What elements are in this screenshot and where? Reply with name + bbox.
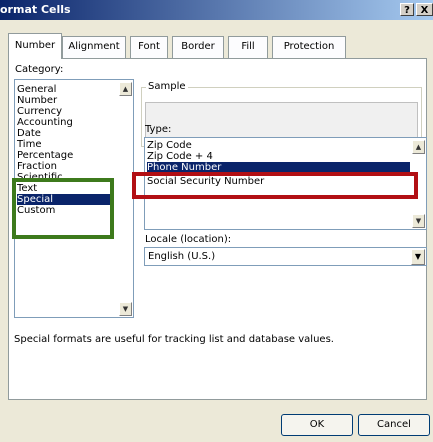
sample-preview bbox=[145, 102, 418, 140]
title-bar: ormat Cells ? X bbox=[0, 0, 433, 20]
type-item-zip-code-plus-4[interactable]: Zip Code + 4 bbox=[147, 151, 213, 162]
format-description: Special formats are useful for tracking … bbox=[14, 334, 334, 345]
category-item-currency[interactable]: Currency bbox=[17, 106, 62, 117]
cancel-button[interactable]: Cancel bbox=[358, 414, 430, 436]
type-scroll-down-icon[interactable]: ▼ bbox=[412, 214, 425, 228]
close-button[interactable]: X bbox=[416, 3, 433, 16]
ok-button[interactable]: OK bbox=[281, 414, 353, 436]
locale-label: Locale (location): bbox=[145, 234, 232, 245]
tab-font[interactable]: Font bbox=[130, 36, 168, 58]
locale-value: English (U.S.) bbox=[148, 251, 216, 262]
category-item-accounting[interactable]: Accounting bbox=[17, 117, 73, 128]
locale-select[interactable]: English (U.S.) ▼ bbox=[144, 247, 427, 266]
category-item-fraction[interactable]: Fraction bbox=[17, 161, 57, 172]
category-highlight-box bbox=[12, 178, 114, 239]
type-label: Type: bbox=[145, 124, 172, 135]
scroll-up-icon[interactable]: ▲ bbox=[119, 82, 132, 96]
tab-number[interactable]: Number bbox=[8, 33, 62, 59]
help-button[interactable]: ? bbox=[400, 3, 414, 16]
category-item-percentage[interactable]: Percentage bbox=[17, 150, 73, 161]
category-item-number[interactable]: Number bbox=[17, 95, 57, 106]
type-item-zip-code[interactable]: Zip Code bbox=[147, 140, 192, 151]
tab-protection[interactable]: Protection bbox=[272, 36, 346, 58]
tab-alignment[interactable]: Alignment bbox=[62, 36, 126, 58]
dialog-title: ormat Cells bbox=[0, 3, 71, 16]
sample-label: Sample bbox=[146, 81, 188, 92]
scroll-down-icon[interactable]: ▼ bbox=[119, 302, 132, 316]
category-item-time[interactable]: Time bbox=[17, 139, 41, 150]
tab-border[interactable]: Border bbox=[172, 36, 224, 58]
type-scroll-up-icon[interactable]: ▲ bbox=[412, 140, 425, 154]
category-label: Category: bbox=[15, 64, 64, 75]
category-item-general[interactable]: General bbox=[17, 84, 56, 95]
category-item-date[interactable]: Date bbox=[17, 128, 41, 139]
tab-fill[interactable]: Fill bbox=[228, 36, 268, 58]
type-highlight-box bbox=[132, 172, 418, 199]
chevron-down-icon[interactable]: ▼ bbox=[411, 249, 425, 265]
